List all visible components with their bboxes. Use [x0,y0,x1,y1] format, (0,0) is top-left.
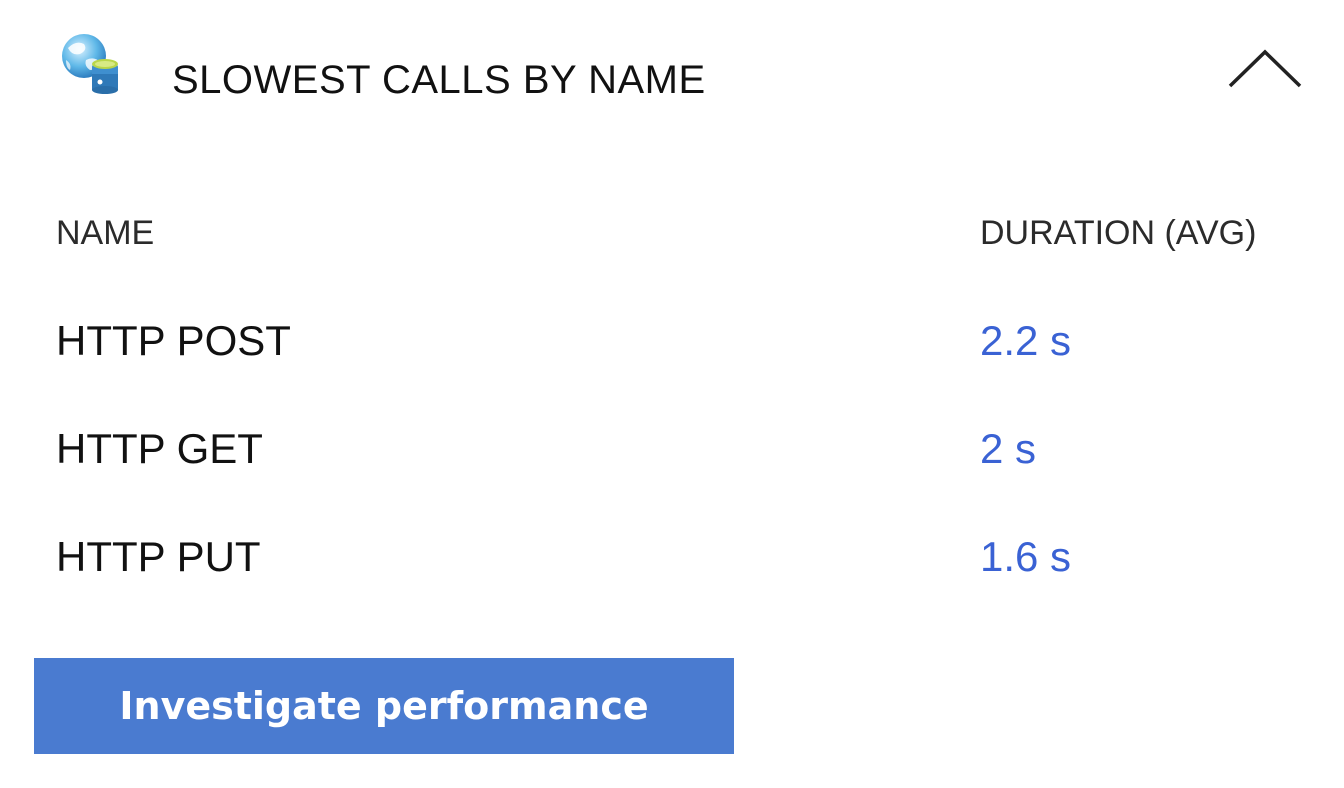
call-duration-link[interactable]: 2.2 s [980,316,1071,366]
panel-header: SLOWEST CALLS BY NAME [0,0,1344,150]
column-header-duration: DURATION (AVG) [980,214,1257,252]
panel-title: SLOWEST CALLS BY NAME [172,58,706,102]
call-name: HTTP POST [56,317,291,364]
table-row: HTTP PUT 1.6 s [0,532,1344,602]
call-name: HTTP PUT [56,533,261,580]
call-duration-link[interactable]: 1.6 s [980,532,1071,582]
call-duration-link[interactable]: 2 s [980,424,1036,474]
collapse-button[interactable] [1222,40,1308,96]
column-header-name: NAME [56,214,155,252]
call-name: HTTP GET [56,425,263,472]
globe-database-icon [58,30,124,96]
table-row: HTTP GET 2 s [0,424,1344,494]
table-row: HTTP POST 2.2 s [0,316,1344,386]
investigate-performance-button[interactable]: Investigate performance [34,658,734,754]
chevron-up-icon [1222,49,1308,100]
